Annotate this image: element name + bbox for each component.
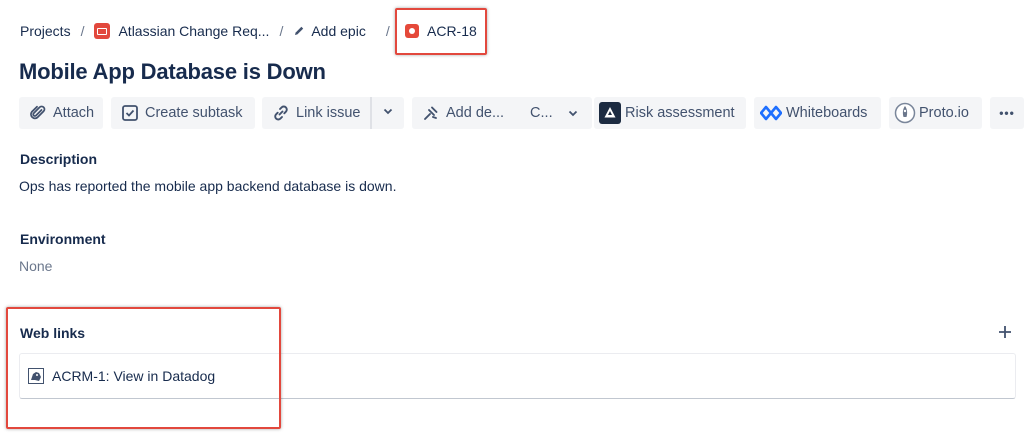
add-deployment-button[interactable]: Add de... C...: [412, 97, 592, 129]
breadcrumb-separator: /: [385, 23, 390, 39]
description-text[interactable]: Ops has reported the mobile app backend …: [19, 178, 396, 194]
breadcrumb-projects[interactable]: Projects: [20, 23, 71, 39]
risk-assessment-button[interactable]: Risk assessment: [594, 97, 746, 129]
link-icon: [272, 104, 290, 122]
web-link-item[interactable]: ACRM-1: View in Datadog: [19, 353, 1016, 399]
pencil-icon: [293, 25, 305, 37]
environment-value[interactable]: None: [19, 258, 52, 274]
risk-assessment-icon: [599, 102, 621, 124]
chevron-down-icon: [382, 105, 394, 121]
subtask-icon: [121, 104, 139, 122]
attach-label: Attach: [53, 105, 95, 121]
create-subtask-button[interactable]: Create subtask: [111, 97, 255, 129]
project-icon: [94, 23, 111, 39]
breadcrumb-project[interactable]: Atlassian Change Req...: [94, 23, 269, 39]
breadcrumb-project-label: Atlassian Change Req...: [118, 23, 270, 39]
add-epic-label: Add epic: [311, 23, 366, 39]
more-actions-button[interactable]: •••: [990, 97, 1024, 129]
add-web-link-button[interactable]: [997, 324, 1013, 340]
risk-assessment-label: Risk assessment: [625, 105, 735, 121]
chevron-down-icon: [567, 107, 579, 119]
highlight-box-issue-key: [395, 8, 487, 55]
whiteboards-button[interactable]: Whiteboards: [754, 97, 881, 129]
deployment-icon: [422, 104, 440, 122]
more-icon: •••: [999, 106, 1015, 120]
datadog-icon: [28, 368, 44, 384]
link-issue-button[interactable]: Link issue: [262, 97, 370, 129]
add-deployment-label: Add de...: [446, 105, 505, 121]
proto-io-button[interactable]: Proto.io: [889, 97, 982, 129]
breadcrumb-separator: /: [80, 23, 85, 39]
proto-io-label: Proto.io: [919, 105, 969, 121]
whiteboards-icon: [760, 104, 782, 122]
description-label: Description: [20, 151, 98, 167]
link-issue-dropdown-button[interactable]: [372, 97, 404, 129]
c-menu-label: C...: [530, 105, 553, 121]
paperclip-icon: [29, 104, 47, 122]
link-issue-label: Link issue: [296, 105, 361, 121]
web-link-text[interactable]: ACRM-1: View in Datadog: [52, 368, 215, 384]
environment-label: Environment: [20, 231, 106, 247]
proto-io-icon: [894, 102, 916, 124]
whiteboards-label: Whiteboards: [786, 105, 868, 121]
breadcrumb: Projects / Atlassian Change Req... / Add…: [20, 20, 400, 42]
web-links-label: Web links: [20, 325, 86, 341]
plus-icon: [999, 326, 1011, 338]
attach-button[interactable]: Attach: [19, 97, 103, 129]
add-epic-button[interactable]: Add epic: [293, 23, 366, 39]
issue-title[interactable]: Mobile App Database is Down: [19, 59, 326, 85]
breadcrumb-separator: /: [279, 23, 284, 39]
create-subtask-label: Create subtask: [145, 105, 243, 121]
